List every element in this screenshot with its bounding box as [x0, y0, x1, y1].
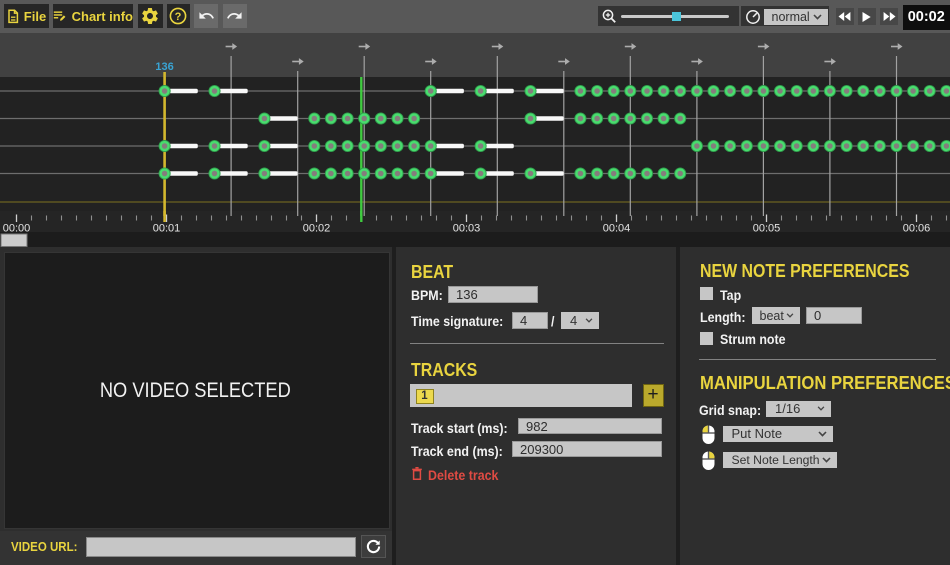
svg-text:00:01: 00:01	[153, 223, 181, 235]
svg-text:?: ?	[175, 11, 182, 23]
svg-text:00:05: 00:05	[753, 223, 781, 235]
svg-text:00:04: 00:04	[603, 223, 631, 235]
svg-text:00:02: 00:02	[303, 223, 331, 235]
svg-text:00:06: 00:06	[903, 223, 931, 235]
svg-text:136: 136	[155, 61, 173, 73]
svg-text:00:00: 00:00	[3, 223, 31, 235]
svg-text:00:03: 00:03	[453, 223, 481, 235]
